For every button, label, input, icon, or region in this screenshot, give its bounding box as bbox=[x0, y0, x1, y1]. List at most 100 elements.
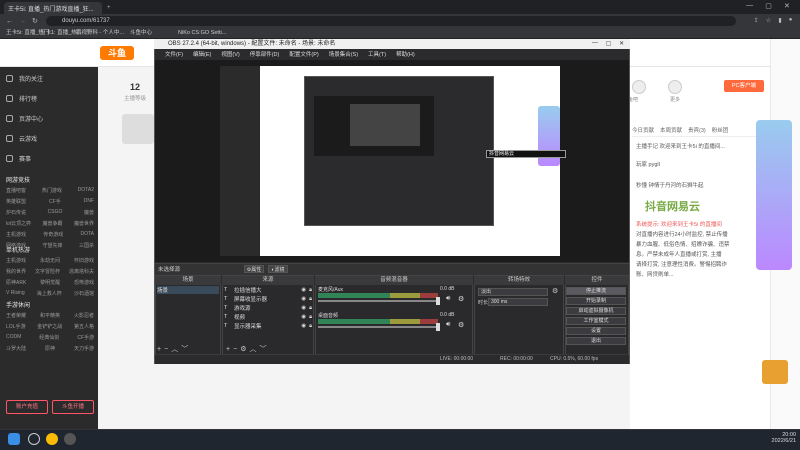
obs-window-controls[interactable]: — ▢ ✕ bbox=[588, 40, 628, 48]
transition-settings-gear-icon[interactable]: ⚙ bbox=[552, 288, 558, 296]
maximize-icon[interactable]: ▢ bbox=[606, 40, 612, 48]
new-tab-button[interactable]: + bbox=[103, 2, 113, 14]
properties-button[interactable]: ⚙属性 bbox=[244, 265, 264, 273]
sidebar-category-link[interactable]: CF手游 bbox=[77, 334, 94, 344]
sidebar-category-link[interactable]: DOTA2 bbox=[78, 187, 94, 197]
control-button[interactable]: 设置 bbox=[566, 327, 626, 335]
control-button[interactable]: 开始录制 bbox=[566, 297, 626, 305]
sidebar-category-link[interactable]: 魔兽世界 bbox=[74, 220, 94, 230]
bookmark-item[interactable]: NiKo CS:GO Setti... bbox=[178, 29, 226, 38]
sidebar-category-link[interactable]: 原神ARK bbox=[6, 279, 26, 289]
volume-slider[interactable] bbox=[318, 326, 438, 328]
volume-slider-handle[interactable] bbox=[436, 297, 440, 305]
sidebar-category-link[interactable]: CSGO bbox=[48, 209, 63, 219]
menu-help[interactable]: 帮助(H) bbox=[396, 50, 415, 58]
tab-today[interactable]: 今日贡献 bbox=[632, 126, 654, 136]
sidebar-icon[interactable]: ▮ bbox=[778, 17, 781, 25]
bookmark-item[interactable]: 斗鱼中心 bbox=[130, 29, 152, 38]
window-controls[interactable]: — ▢ ✕ bbox=[740, 2, 796, 12]
sidebar-category-link[interactable]: 王者荣耀 bbox=[6, 312, 26, 322]
sidebar-category-link[interactable]: 主机游戏 bbox=[6, 257, 26, 267]
close-icon[interactable]: ✕ bbox=[619, 40, 624, 48]
bookmark-item[interactable]: 鹏视野科 - 个人中... bbox=[76, 29, 124, 38]
sidebar-category-link[interactable]: 三国杀 bbox=[79, 242, 94, 252]
eye-icon[interactable]: ◉ bbox=[301, 323, 306, 329]
sidebar-category-link[interactable]: 和平精英 bbox=[40, 312, 60, 322]
lock-icon[interactable]: 🔒︎ bbox=[309, 323, 312, 330]
profile-icon[interactable]: ● bbox=[789, 17, 793, 25]
close-icon[interactable]: ✕ bbox=[784, 2, 790, 12]
url-input[interactable]: douyu.com/61737 bbox=[46, 16, 736, 26]
control-button[interactable]: 退出 bbox=[566, 337, 626, 345]
sidebar-category-link[interactable]: CODM bbox=[6, 334, 21, 344]
sidebar-category-link[interactable]: 魔兽争霸 bbox=[42, 220, 62, 230]
game-widget-icon[interactable] bbox=[762, 360, 788, 384]
sidebar-item-events[interactable]: 赛事 bbox=[6, 152, 94, 164]
lock-icon[interactable]: 🔒︎ bbox=[309, 314, 312, 321]
menu-docks[interactable]: 停靠部件(D) bbox=[250, 50, 280, 58]
menu-file[interactable]: 文件(F) bbox=[165, 50, 183, 58]
gear-icon[interactable]: ⚙ bbox=[458, 321, 464, 329]
speaker-icon[interactable]: 🔊︎ bbox=[446, 295, 450, 303]
pc-client-button[interactable]: PC客户端 bbox=[724, 80, 764, 92]
browser-tab-active[interactable]: 王卡5i: 直播_热门游戏直播_狂... bbox=[4, 2, 102, 14]
start-stream-button[interactable]: 斗鱼开播 bbox=[52, 400, 94, 414]
volume-slider[interactable] bbox=[318, 300, 438, 302]
eye-icon[interactable]: ◉ bbox=[301, 314, 306, 320]
sidebar-category-link[interactable]: 经典仙剑 bbox=[39, 334, 59, 344]
sidebar-category-link[interactable]: 逃离塔科夫 bbox=[69, 268, 94, 278]
eye-icon[interactable]: ◉ bbox=[301, 296, 306, 302]
source-item[interactable]: T 视频 ◉ 🔒︎ bbox=[224, 313, 312, 322]
transition-select[interactable]: 淡出 bbox=[478, 288, 548, 296]
sidebar-category-link[interactable]: 原神 bbox=[45, 345, 55, 355]
sidebar-item-cloudgame[interactable]: 云游戏 bbox=[6, 132, 94, 144]
lock-icon[interactable]: 🔒︎ bbox=[309, 287, 312, 294]
source-item[interactable]: T 游戏源 ◉ 🔒︎ bbox=[224, 304, 312, 313]
sidebar-category-link[interactable]: 传奇游戏 bbox=[43, 231, 63, 241]
sidebar-category-link[interactable]: 热门游戏 bbox=[42, 187, 62, 197]
back-icon[interactable]: ← bbox=[6, 18, 13, 25]
sidebar-category-link[interactable]: 沙石酒馆 bbox=[74, 290, 94, 300]
sidebar-category-link[interactable]: 斗罗大陆 bbox=[6, 345, 26, 355]
sidebar-category-link[interactable]: DNF bbox=[84, 198, 94, 208]
sidebar-item-follow[interactable]: 我的关注 bbox=[6, 72, 94, 84]
menu-tools[interactable]: 工具(T) bbox=[368, 50, 386, 58]
event-widget[interactable] bbox=[756, 120, 792, 270]
minimize-icon[interactable]: — bbox=[592, 40, 598, 48]
sidebar-category-link[interactable]: 炉石传说 bbox=[6, 209, 26, 219]
search-icon[interactable] bbox=[28, 433, 40, 445]
sidebar-category-link[interactable]: 永劫无间 bbox=[40, 257, 60, 267]
lock-icon[interactable]: 🔒︎ bbox=[309, 305, 312, 312]
eye-icon[interactable]: ◉ bbox=[301, 287, 306, 293]
sidebar-category-link[interactable]: 怀旧游戏 bbox=[74, 257, 94, 267]
up-icon[interactable]: ︿ bbox=[249, 346, 259, 353]
menu-edit[interactable]: 编辑(E) bbox=[193, 50, 211, 58]
sidebar-category-link[interactable]: 英雄联盟 bbox=[6, 198, 26, 208]
sidebar-category-link[interactable]: 金铲铲之战 bbox=[37, 323, 62, 333]
site-logo[interactable]: 斗鱼 bbox=[100, 46, 134, 60]
sidebar-item-rank[interactable]: 排行榜 bbox=[6, 92, 94, 104]
sidebar-item-webgame[interactable]: 页游中心 bbox=[6, 112, 94, 124]
control-button[interactable]: 工作室模式 bbox=[566, 317, 626, 325]
star-icon[interactable]: ☆ bbox=[766, 17, 771, 25]
source-item[interactable]: T 屏幕收显示器 ◉ 🔒︎ bbox=[224, 295, 312, 304]
forward-icon[interactable]: → bbox=[19, 18, 26, 25]
volume-slider-handle[interactable] bbox=[436, 323, 440, 331]
lock-icon[interactable]: 🔒︎ bbox=[309, 296, 312, 303]
taskbar-clock[interactable]: 20:00 2022/6/21 bbox=[740, 432, 796, 444]
control-button[interactable]: 启动虚拟摄像机 bbox=[566, 307, 626, 315]
down-icon[interactable]: ﹀ bbox=[259, 346, 269, 353]
maximize-icon[interactable]: ▢ bbox=[765, 2, 772, 12]
menu-profile[interactable]: 配置文件(P) bbox=[289, 50, 318, 58]
scene-controls[interactable]: +−︿﹀ bbox=[157, 344, 191, 354]
sidebar-category-link[interactable]: lol云顶之弈 bbox=[6, 220, 31, 230]
sidebar-category-link[interactable]: 第五人格 bbox=[74, 323, 94, 333]
sidebar-category-link[interactable]: 海上救人杯 bbox=[37, 290, 62, 300]
eye-icon[interactable]: ◉ bbox=[301, 305, 306, 311]
sidebar-category-link[interactable]: DOTA bbox=[80, 231, 94, 241]
sidebar-category-link[interactable]: 主机游戏 bbox=[6, 231, 26, 241]
source-item[interactable]: T 显示器采集 ◉ 🔒︎ bbox=[224, 322, 312, 331]
menu-view[interactable]: 视图(V) bbox=[221, 50, 239, 58]
filters-button[interactable]: ◐滤镜 bbox=[268, 265, 288, 273]
tab-fans[interactable]: 粉丝团 bbox=[712, 126, 729, 136]
